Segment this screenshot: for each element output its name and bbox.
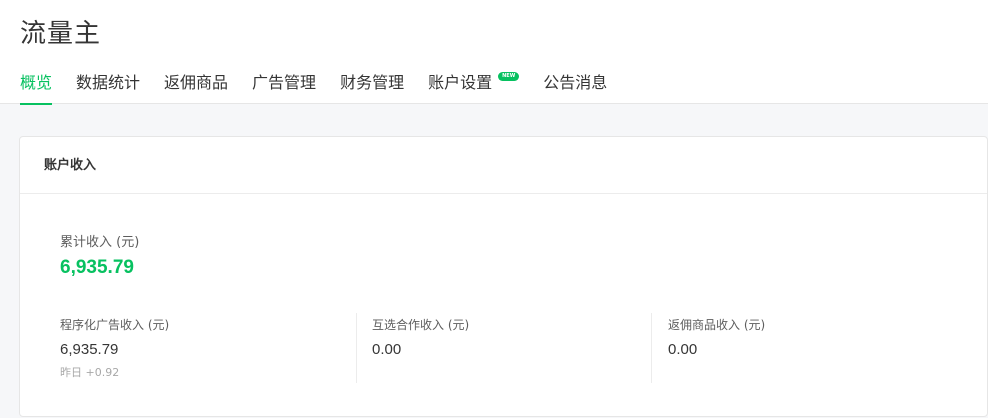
- stat-yesterday-delta: 昨日 +0.92: [60, 366, 120, 379]
- tab-label: 广告管理: [252, 73, 317, 92]
- total-income-value: 6,935.79: [60, 257, 134, 278]
- tab-account-settings[interactable]: 账户设置 NEW: [428, 70, 520, 104]
- tab-label: 账户设置: [428, 73, 493, 92]
- tab-commission-products[interactable]: 返佣商品: [164, 70, 228, 104]
- stat-label: 程序化广告收入 (元): [60, 318, 170, 332]
- stat-programmatic-ads: 程序化广告收入 (元) 6,935.79 昨日 +0.92: [60, 313, 169, 383]
- income-card: 账户收入 累计收入 (元) 6,935.79 程序化广告收入 (元) 6,935…: [19, 136, 988, 417]
- tab-announcements[interactable]: 公告消息: [543, 70, 607, 104]
- stat-value: 6,935.79: [60, 341, 119, 358]
- card-title: 账户收入: [20, 137, 987, 194]
- stat-value: 0.00: [668, 341, 698, 358]
- nav-tabs: 概览 数据统计 返佣商品 广告管理 财务管理 账户设置 NEW 公告消息: [20, 70, 631, 105]
- stat-mutual-selection: 互选合作收入 (元) 0.00: [372, 313, 469, 383]
- tab-statistics[interactable]: 数据统计: [76, 70, 140, 104]
- income-breakdown: 程序化广告收入 (元) 6,935.79 昨日 +0.92 互选合作收入 (元)…: [60, 313, 940, 383]
- new-badge: NEW: [498, 72, 520, 81]
- tab-label: 数据统计: [76, 73, 141, 92]
- tab-ad-management[interactable]: 广告管理: [252, 70, 316, 104]
- tab-label: 概览: [20, 73, 53, 92]
- stat-label: 返佣商品收入 (元): [668, 318, 766, 332]
- stat-commission-products: 返佣商品收入 (元) 0.00: [668, 313, 765, 383]
- tab-overview[interactable]: 概览: [20, 70, 53, 105]
- page-header: 流量主 概览 数据统计 返佣商品 广告管理 财务管理 账户设置 NEW 公告消息: [0, 0, 988, 105]
- tab-label: 返佣商品: [164, 73, 229, 92]
- stat-divider: [356, 313, 357, 383]
- tab-finance[interactable]: 财务管理: [340, 70, 404, 104]
- stat-label: 互选合作收入 (元): [372, 318, 470, 332]
- total-income-label: 累计收入 (元): [60, 235, 140, 250]
- stat-value: 0.00: [372, 341, 402, 358]
- stat-divider: [651, 313, 652, 383]
- tab-label: 财务管理: [340, 73, 405, 92]
- page-title: 流量主: [20, 19, 102, 49]
- tab-label: 公告消息: [543, 73, 608, 92]
